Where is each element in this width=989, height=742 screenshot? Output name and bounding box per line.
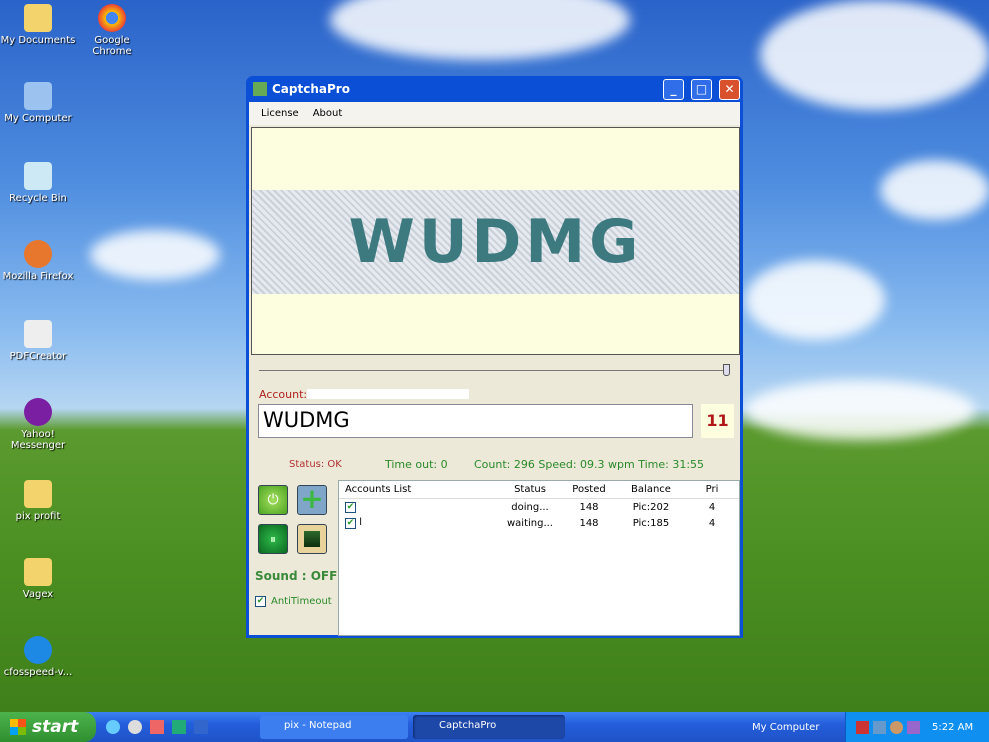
icon-label: Recycle Bin <box>9 193 67 204</box>
desktop-icon-pix-profit[interactable]: pix profit <box>0 480 76 522</box>
chrome-icon[interactable] <box>128 720 142 734</box>
desktop-icon-pdfcreator[interactable]: PDFCreator <box>0 320 76 362</box>
power-icon: ⏻ <box>267 492 279 508</box>
menu-bar: License About <box>249 102 740 125</box>
system-tray: 5:22 AM <box>845 712 989 742</box>
col-accounts[interactable]: Accounts List <box>339 484 497 495</box>
account-pri: 4 <box>708 501 716 513</box>
account-balance: Pic:185 <box>632 517 670 529</box>
accounts-list: Accounts List Status Posted Balance Pri … <box>338 480 740 636</box>
slider-thumb[interactable] <box>723 364 730 376</box>
pause-icon: ⏸ <box>269 532 276 546</box>
account-checkbox[interactable]: ✔ <box>345 502 356 513</box>
desktop-icon-yahoo[interactable]: Yahoo! Messenger <box>0 398 76 451</box>
ie-icon[interactable] <box>106 720 120 734</box>
menu-license[interactable]: License <box>261 108 299 119</box>
antitimeout-checkbox[interactable]: ✔ AntiTimeout <box>255 596 332 607</box>
account-checkbox[interactable]: ✔ <box>345 518 356 529</box>
account-posted: 148 <box>579 517 599 529</box>
task-label: CaptchaPro <box>439 720 497 731</box>
countdown-counter: 11 <box>701 404 734 438</box>
check-icon: ✔ <box>255 596 266 607</box>
taskbar: start pix - Notepad CaptchaPro My Comput… <box>0 712 989 742</box>
col-posted[interactable]: Posted <box>563 484 615 495</box>
col-pri[interactable]: Pri <box>687 484 737 495</box>
captcha-image: WUDMG <box>252 190 739 294</box>
app-icon[interactable] <box>150 720 164 734</box>
tray-icon[interactable] <box>907 720 920 734</box>
icon-label: PDFCreator <box>9 351 67 362</box>
image-icon <box>304 531 320 547</box>
col-status[interactable]: Status <box>497 484 563 495</box>
desktop-icon-my-computer[interactable]: My Computer <box>0 82 76 124</box>
desktop-icon-recycle-bin[interactable]: Recycle Bin <box>0 162 76 204</box>
timeout-text: Time out: 0 <box>385 458 448 471</box>
menu-about[interactable]: About <box>313 108 343 119</box>
captcha-image-text: WUDMG <box>348 207 643 277</box>
icon-label: My Computer <box>4 113 72 124</box>
start-button[interactable]: ⏻ <box>258 485 288 515</box>
pause-button[interactable]: ⏸ <box>258 524 288 554</box>
desktop-icon-vagex[interactable]: Vagex <box>0 558 76 600</box>
minimize-button[interactable]: _ <box>663 78 684 100</box>
list-item[interactable]: ✔ l waiting... 148 Pic:185 4 <box>339 515 739 531</box>
desktop-icon-my-documents[interactable]: My Documents <box>0 4 76 46</box>
taskbar-captchapro[interactable]: CaptchaPro <box>413 715 565 739</box>
stats-text: Count: 296 Speed: 09.3 wpm Time: 31:55 <box>474 458 705 471</box>
captcha-answer-input[interactable]: WUDMG <box>258 404 693 438</box>
clock: 5:22 AM <box>932 721 974 733</box>
icon-label: pix profit <box>15 511 61 522</box>
start-menu-button[interactable]: start <box>0 712 96 742</box>
captcha-display: WUDMG <box>251 127 740 355</box>
quick-launch <box>106 720 208 734</box>
icon-label: Google Chrome <box>92 35 132 57</box>
tray-icon[interactable] <box>873 720 886 734</box>
account-status: waiting... <box>506 517 553 529</box>
tray-icon[interactable] <box>856 720 869 734</box>
captchapro-window: CaptchaPro _ □ ✕ License About WUDMG Acc… <box>246 76 743 638</box>
desktop-icon-firefox[interactable]: Mozilla Firefox <box>0 240 76 282</box>
windows-logo-icon <box>10 719 26 735</box>
title-bar[interactable]: CaptchaPro _ □ ✕ <box>249 76 740 102</box>
desktop-icon-cfosspeed[interactable]: cfosspeed-v... <box>0 636 76 678</box>
icon-label: Mozilla Firefox <box>2 271 74 282</box>
account-pri: 4 <box>708 517 716 529</box>
window-title: CaptchaPro <box>272 82 350 96</box>
account-value-redacted <box>307 389 469 399</box>
icon-label: Yahoo! Messenger <box>10 429 66 451</box>
desktop-icon-chrome[interactable]: Google Chrome <box>74 4 150 57</box>
close-button[interactable]: ✕ <box>719 78 740 100</box>
slider[interactable] <box>259 370 729 371</box>
account-status: doing... <box>511 501 549 513</box>
list-header: Accounts List Status Posted Balance Pri <box>339 481 739 499</box>
my-computer-toolbar[interactable]: My Computer <box>752 722 819 733</box>
add-account-button[interactable]: + <box>297 485 327 515</box>
taskbar-notepad[interactable]: pix - Notepad <box>260 715 408 739</box>
account-label: Account: <box>259 388 308 401</box>
start-label: start <box>32 717 79 737</box>
tray-icon[interactable] <box>890 720 903 734</box>
status-text: Status: OK <box>289 459 342 470</box>
word-icon[interactable] <box>194 720 208 734</box>
antitimeout-label: AntiTimeout <box>271 596 332 607</box>
account-name: l <box>359 517 362 528</box>
maximize-button[interactable]: □ <box>691 78 712 100</box>
plus-icon: + <box>300 482 324 515</box>
account-posted: 148 <box>579 501 599 513</box>
app-icon <box>253 82 267 96</box>
icon-label: My Documents <box>0 35 76 46</box>
list-item[interactable]: ✔ doing... 148 Pic:202 4 <box>339 499 739 515</box>
task-label: pix - Notepad <box>284 720 352 731</box>
image-button[interactable] <box>297 524 327 554</box>
excel-icon[interactable] <box>172 720 186 734</box>
account-balance: Pic:202 <box>632 501 670 513</box>
col-balance[interactable]: Balance <box>615 484 687 495</box>
icon-label: Vagex <box>22 589 54 600</box>
sound-toggle[interactable]: Sound : OFF <box>255 569 337 583</box>
icon-label: cfosspeed-v... <box>3 667 73 678</box>
